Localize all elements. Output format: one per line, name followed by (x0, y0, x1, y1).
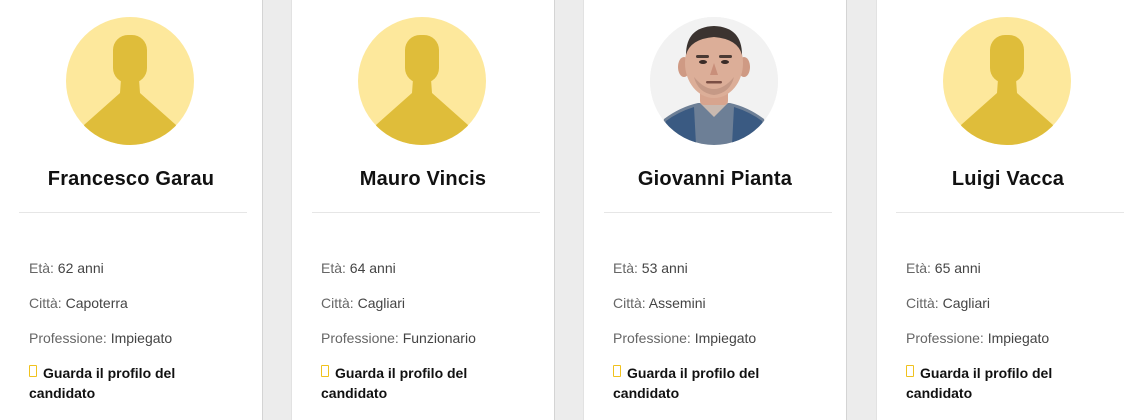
view-profile-label: Guarda il profilo del candidato (613, 365, 760, 401)
candidate-name: Mauro Vincis (359, 168, 487, 190)
age-label: Età: (906, 260, 935, 276)
placeholder-person-icon (358, 17, 486, 145)
view-profile-link[interactable]: Guarda il profilo del candidato (906, 363, 1081, 403)
age-label: Età: (613, 260, 642, 276)
link-icon (321, 365, 329, 377)
city-value: Capoterra (65, 295, 128, 311)
view-profile-link[interactable]: Guarda il profilo del candidato (613, 363, 788, 403)
placeholder-person-icon (66, 17, 194, 145)
age-value: 62 anni (57, 260, 104, 276)
profession-row: Professione: Impiegato (613, 330, 756, 346)
candidate-card: Mauro Vincis Età: 64 anni Città: Cagliar… (291, 0, 555, 420)
profession-value: Impiegato (987, 330, 1050, 346)
age-label: Età: (29, 260, 58, 276)
profession-value: Impiegato (110, 330, 173, 346)
city-value: Cagliari (942, 295, 991, 311)
profession-row: Professione: Funzionario (321, 330, 476, 346)
profession-row: Professione: Impiegato (29, 330, 172, 346)
city-row: Città: Assemini (613, 295, 706, 311)
city-label: Città: (321, 295, 358, 311)
candidate-card: Luigi Vacca Età: 65 anni Città: Cagliari… (876, 0, 1137, 420)
profession-value: Funzionario (402, 330, 476, 346)
age-label: Età: (321, 260, 350, 276)
candidate-name: Francesco Garau (47, 168, 215, 190)
age-value: 64 anni (349, 260, 396, 276)
view-profile-link[interactable]: Guarda il profilo del candidato (29, 363, 204, 403)
profession-row: Professione: Impiegato (906, 330, 1049, 346)
city-row: Città: Capoterra (29, 295, 128, 311)
age-value: 65 anni (934, 260, 981, 276)
link-icon (906, 365, 914, 377)
view-profile-label: Guarda il profilo del candidato (29, 365, 176, 401)
city-value: Cagliari (357, 295, 406, 311)
divider (896, 212, 1124, 213)
city-label: Città: (29, 295, 66, 311)
candidate-card: Francesco Garau Età: 62 anni Città: Capo… (0, 0, 263, 420)
profession-label: Professione: (29, 330, 111, 346)
divider (604, 212, 832, 213)
candidate-card: Giovanni Pianta Età: 53 anni Città: Asse… (583, 0, 847, 420)
divider (312, 212, 540, 213)
view-profile-link[interactable]: Guarda il profilo del candidato (321, 363, 496, 403)
age-row: Età: 62 anni (29, 260, 104, 276)
profession-value: Impiegato (694, 330, 757, 346)
age-row: Età: 64 anni (321, 260, 396, 276)
city-row: Città: Cagliari (321, 295, 405, 311)
candidate-name: Giovanni Pianta (637, 168, 793, 190)
city-label: Città: (906, 295, 943, 311)
divider (19, 212, 247, 213)
age-row: Età: 53 anni (613, 260, 688, 276)
candidate-name: Luigi Vacca (951, 168, 1065, 190)
city-label: Città: (613, 295, 649, 311)
candidate-photo (650, 17, 778, 145)
profession-label: Professione: (613, 330, 695, 346)
city-value: Assemini (648, 295, 706, 311)
profession-label: Professione: (321, 330, 403, 346)
link-icon (29, 365, 37, 377)
link-icon (613, 365, 621, 377)
profession-label: Professione: (906, 330, 988, 346)
placeholder-person-icon (943, 17, 1071, 145)
view-profile-label: Guarda il profilo del candidato (321, 365, 468, 401)
city-row: Città: Cagliari (906, 295, 990, 311)
view-profile-label: Guarda il profilo del candidato (906, 365, 1053, 401)
age-value: 53 anni (641, 260, 688, 276)
age-row: Età: 65 anni (906, 260, 981, 276)
